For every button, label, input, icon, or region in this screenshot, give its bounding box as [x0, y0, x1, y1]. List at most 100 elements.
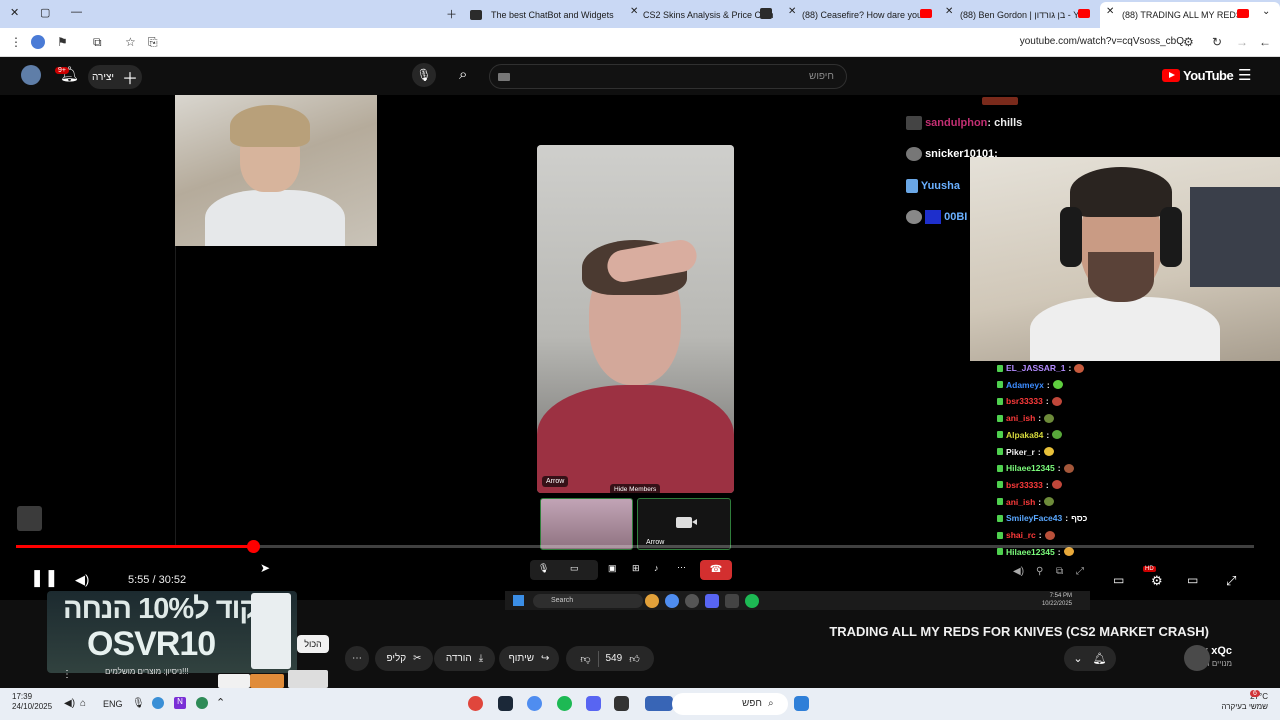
restore-window-icon[interactable]: ▢ — [40, 6, 50, 19]
profile-icon[interactable] — [31, 35, 45, 49]
steam-icon[interactable] — [498, 696, 513, 711]
screen-share-icon[interactable]: ▣ — [608, 563, 617, 574]
hang-up-button[interactable]: ☎ — [700, 560, 732, 580]
inner-search-box: Search — [533, 594, 643, 608]
chat-badge-icon — [997, 498, 1003, 506]
onenote-icon[interactable]: N — [174, 697, 186, 709]
settings-gear-icon[interactable]: ⚙ — [1151, 573, 1163, 589]
close-window-icon[interactable]: ✕ — [10, 6, 19, 19]
subscribe-bell-button[interactable]: ⌄ 🔔︎ — [1064, 646, 1116, 671]
browser-tab[interactable]: CS2 Skins Analysis & Price Com — [643, 4, 773, 26]
chat-separator: : — [1038, 413, 1042, 424]
chat-avatar — [906, 179, 918, 193]
hamburger-menu-icon[interactable]: ☰ — [1238, 66, 1251, 84]
mouse-cursor-icon: ➤ — [260, 561, 271, 575]
network-icon[interactable]: ⌂ — [80, 698, 86, 709]
chat-badge — [925, 210, 942, 224]
browser-tab[interactable]: The best ChatBot and Widgets — [470, 4, 620, 26]
notification-badge: 6 — [1250, 690, 1260, 697]
camera-off-icon[interactable]: ▭ — [570, 563, 579, 574]
puzzle-icon[interactable]: ⧉ — [93, 35, 102, 50]
ad-more-icon[interactable]: ⋮ — [62, 669, 72, 680]
clip-button[interactable]: קליפ ✂ — [375, 646, 433, 671]
fullscreen-icon[interactable]: ⤢ — [1226, 573, 1236, 589]
ad-banner[interactable]: קוד ל10% הנחה OSVR10 — [47, 591, 297, 673]
chat-username: ani_ish — [1006, 413, 1036, 424]
progress-bar[interactable] — [16, 540, 1254, 553]
minimize-window-icon[interactable]: — — [71, 6, 82, 18]
new-tab-icon[interactable]: ＋ — [446, 6, 457, 22]
mic-icon[interactable]: 🎙︎ — [538, 563, 549, 574]
more-actions-button[interactable]: ⋯ — [345, 646, 369, 671]
tab-list-chevron-icon[interactable]: ⌄ — [1262, 6, 1270, 17]
reload-icon[interactable]: ↻ — [1212, 35, 1222, 49]
menu-dots-icon[interactable]: ⋮ — [10, 35, 22, 49]
discord-icon — [705, 594, 719, 608]
forward-icon[interactable]: → — [1236, 35, 1248, 49]
file-explorer-icon[interactable] — [614, 696, 629, 711]
system-clock[interactable]: 17:39 24/10/2025 — [12, 692, 52, 712]
tab-close-icon[interactable]: ✕ — [630, 6, 638, 17]
taskbar-app-icon[interactable] — [468, 696, 483, 711]
weather-widget[interactable]: 27°C שמשי בעיקרה — [1221, 692, 1268, 712]
search-icon[interactable]: ⌕ — [459, 66, 467, 83]
download-button[interactable]: הורדה ⤓ — [434, 646, 495, 671]
share-button[interactable]: שיתוף ↪ — [499, 646, 559, 671]
more-icon[interactable]: ⋯ — [677, 562, 686, 573]
chat-username: ani_ish — [1006, 496, 1036, 507]
speaker-icon[interactable]: ◀) — [64, 698, 75, 709]
volume-icon[interactable]: ◀) — [75, 572, 89, 588]
activities-icon[interactable]: ⊞ — [632, 563, 640, 574]
tab-close-icon[interactable]: ✕ — [1106, 6, 1114, 17]
site-settings-icon[interactable]: ⚙ — [1183, 35, 1194, 49]
screenshot-icon[interactable]: ⎘ — [148, 35, 158, 50]
search-input[interactable]: חיפוש — [489, 64, 847, 89]
keyboard-icon[interactable] — [498, 73, 510, 81]
spotify-icon[interactable] — [557, 696, 572, 711]
fullscreen-small-icon[interactable]: ⤢ — [1076, 566, 1084, 577]
like-icon[interactable]: 👍︎ — [629, 653, 639, 665]
dislike-icon[interactable]: 👎︎ — [580, 653, 590, 665]
soundboard-icon[interactable]: ♪ — [654, 563, 659, 573]
tab-close-icon[interactable]: ✕ — [945, 6, 953, 17]
create-button[interactable]: יצירה ＋ — [88, 65, 142, 89]
video-title: TRADING ALL MY REDS FOR KNIVES (CS2 MARK… — [829, 624, 1209, 639]
url-text[interactable]: youtube.com/watch?v=cqVsoss_cbQ — [1020, 36, 1184, 47]
taskbar-search[interactable]: חפש ⌕ — [672, 693, 788, 715]
discord-icon[interactable] — [586, 696, 601, 711]
tab-close-icon[interactable]: ✕ — [788, 6, 796, 17]
theater-mode-icon[interactable]: ▭ — [1187, 573, 1198, 587]
browser-tab[interactable]: (88) Ben Gordon | בן גורדון - You — [960, 4, 1080, 26]
mic-icon[interactable]: 🎙︎ — [132, 698, 145, 709]
chat-emote-icon — [1044, 530, 1055, 540]
popout-icon[interactable]: ⧉ — [1056, 566, 1063, 577]
tray-chevron-icon[interactable]: ⌃ — [216, 696, 225, 709]
youtube-logo[interactable]: YouTube — [1162, 68, 1234, 83]
pin-icon[interactable]: ⚲ — [1036, 566, 1043, 577]
taskbar-app-icon[interactable] — [645, 696, 673, 711]
video-player[interactable]: Arrow Hide Members Arrow sandulphon: chi… — [0, 95, 1280, 600]
address-bar: ⋮ ⚑ ⧉ ☆ ⎘ youtube.com/watch?v=cqVsoss_cb… — [0, 28, 1280, 57]
language-indicator[interactable]: ENG — [103, 699, 123, 709]
bookmark-star-icon[interactable]: ☆ — [125, 35, 136, 49]
chat-badge-icon — [997, 414, 1003, 422]
extensions-icon[interactable]: ⚑ — [57, 35, 68, 49]
logo-text: YouTube — [1183, 68, 1234, 83]
windows-start-icon[interactable] — [794, 696, 809, 711]
back-icon[interactable]: ← — [1259, 35, 1271, 49]
channel-avatar[interactable] — [1184, 645, 1210, 671]
ad-cta-button[interactable]: הכול — [297, 635, 329, 653]
browser-tab-active[interactable]: (88) TRADING ALL MY REDS — [1100, 2, 1280, 28]
tray-app-icon[interactable] — [152, 697, 164, 709]
channel-name-text: xQc — [1211, 645, 1232, 657]
speaker-icon[interactable]: ◀) — [1013, 566, 1024, 577]
tray-app-icon[interactable] — [196, 697, 208, 709]
browser-tab[interactable]: (88) Ceasefire? How dare you! — [802, 4, 922, 26]
chat-message: ani_ish: — [997, 411, 1055, 425]
chrome-icon[interactable] — [527, 696, 542, 711]
pause-icon[interactable]: ❚❚ — [30, 568, 59, 588]
voice-search-icon[interactable]: 🎙︎ — [412, 63, 436, 87]
avatar[interactable] — [21, 65, 41, 85]
ad-thumbnail — [288, 670, 328, 688]
subtitles-icon[interactable]: ▭ — [1113, 573, 1124, 587]
